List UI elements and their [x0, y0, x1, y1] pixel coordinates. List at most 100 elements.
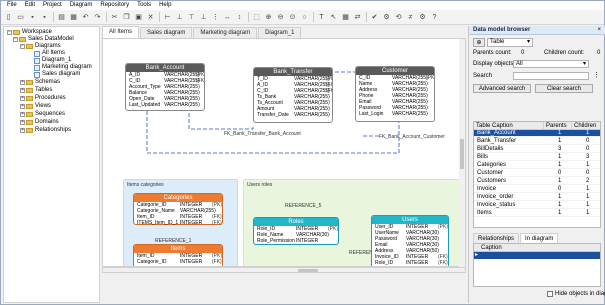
open-folder-icon[interactable]: ▭ [15, 12, 26, 23]
column-header-children[interactable]: Children [572, 122, 600, 130]
table-row[interactable]: Bank_Transfer 1 0 [474, 138, 600, 145]
entity-bank-transfer[interactable]: Bank_Transfer T_IDVARCHAR(255)(PK)A_IDVA… [253, 67, 333, 123]
zoom-out-icon[interactable]: ⊖ [275, 12, 286, 23]
expand-icon[interactable]: + [20, 104, 25, 109]
table-row[interactable] [474, 252, 600, 259]
table-row[interactable]: Customers 1 2 [474, 178, 600, 185]
table-row[interactable]: Invoice_order 1 1 [474, 194, 600, 201]
align-center-icon[interactable]: ⊥ [174, 12, 185, 23]
menu-repository[interactable]: Repository [96, 1, 133, 10]
zoom-in-icon[interactable]: ⊕ [263, 12, 274, 23]
fit-width-icon[interactable]: ↔ [222, 12, 233, 23]
tree-diagrams[interactable]: − Diagrams [20, 43, 61, 50]
tree-workspace[interactable]: − Workspace [7, 29, 52, 36]
paste-icon[interactable]: ▣ [133, 12, 144, 23]
close-icon[interactable]: × [597, 26, 601, 35]
table-row[interactable]: Items 1 1 [474, 210, 600, 217]
expand-icon[interactable]: + [20, 120, 25, 125]
collapse-icon[interactable]: − [13, 37, 18, 42]
table-row[interactable]: Bank_Account 1 1 [474, 130, 600, 137]
zoom-fit-icon[interactable]: ⊙ [287, 12, 298, 23]
distribute-icon[interactable]: ⋮ [210, 12, 221, 23]
tab-relationships[interactable]: Relationships [473, 233, 520, 243]
tab-in-diagram[interactable]: In diagram [520, 233, 559, 243]
tab-all-items[interactable]: All Items [102, 26, 140, 38]
print-icon[interactable]: ▤ [56, 12, 67, 23]
tree-diagram-all-items[interactable]: All Items [34, 50, 65, 57]
tab-diagram-1[interactable]: Diagram_1 [258, 27, 302, 38]
canvas-vertical-scrollbar[interactable] [459, 39, 465, 267]
table-row[interactable]: BillDetails 3 0 [474, 146, 600, 153]
menu-edit[interactable]: Edit [21, 1, 39, 10]
entity-field[interactable]: Transfer_Date VARCHAR(255) [254, 112, 332, 118]
align-bottom-icon[interactable]: ⊥ [198, 12, 209, 23]
menu-help[interactable]: Help [155, 1, 175, 10]
save-all-icon[interactable]: ▪ [39, 12, 50, 23]
align-top-icon[interactable]: ⊤ [186, 12, 197, 23]
column-header-parents[interactable]: Parents [544, 122, 572, 130]
entity-categories[interactable]: Categories Categorie_ID INTEGER (PK) Catego… [133, 193, 223, 226]
diagram-canvas[interactable]: FK_Bank_Transfer_Bank_Account FK_Bank_Ac… [102, 38, 466, 267]
relation-icon[interactable]: ⇄ [352, 12, 363, 23]
align-left-icon[interactable]: ⊢ [162, 12, 173, 23]
collapse-icon[interactable]: − [7, 30, 12, 35]
menu-file[interactable]: File [3, 1, 21, 10]
menu-tools[interactable]: Tools [133, 1, 155, 10]
menu-diagram[interactable]: Diagram [66, 1, 97, 10]
tree-procedures[interactable]: + Procedures [20, 95, 66, 102]
entity-field[interactable]: Last_Login VARCHAR(255) [356, 111, 434, 117]
entity-field[interactable]: Role_ID INTEGER (FK) [372, 260, 448, 266]
entity-users[interactable]: Users User_ID INTEGER (PK) UserName VARCHAR(… [371, 215, 449, 266]
entity-icon[interactable]: ▦ [340, 12, 351, 23]
pointer-icon[interactable]: ↖ [328, 12, 339, 23]
table-row[interactable]: Categories 1 1 [474, 162, 600, 169]
expand-icon[interactable]: + [20, 88, 25, 93]
expand-icon[interactable]: + [20, 128, 25, 133]
undo-icon[interactable]: ↶ [80, 12, 91, 23]
generate-icon[interactable]: ⚙ [381, 12, 392, 23]
display-objects-select[interactable]: All ▾ [513, 60, 589, 68]
tab-marketing-diagram[interactable]: Marketing diagram [193, 27, 258, 38]
menu-project[interactable]: Project [39, 1, 66, 10]
zoom-actual-icon[interactable]: ○ [299, 12, 310, 23]
tree-diagram-sales[interactable]: Sales diagram [34, 71, 80, 78]
add-icon[interactable]: ⊕ [473, 38, 485, 47]
save-icon[interactable]: ▪ [27, 12, 38, 23]
expand-icon[interactable]: + [20, 80, 25, 85]
entity-items[interactable]: Items Item_ID INTEGER (PK) Categorie_ID INTE… [133, 244, 223, 266]
entity-field[interactable]: Categorie_ID INTEGER (FK) [134, 259, 222, 265]
advanced-search-button[interactable]: Advanced search [473, 84, 531, 93]
print-preview-icon[interactable]: ▦ [68, 12, 79, 23]
check-icon[interactable]: ✔ [369, 12, 380, 23]
tree-model[interactable]: − Sales DataModel [13, 36, 74, 43]
tree-views[interactable]: + Views [20, 103, 51, 110]
object-type-select[interactable]: Table ▾ [487, 38, 533, 47]
entity-field[interactable]: ITEMS_Item_ID_1 INTEGER (FK) [134, 220, 222, 226]
scroll-thumb[interactable] [460, 139, 464, 169]
fit-height-icon[interactable]: ↕ [234, 12, 245, 23]
expand-icon[interactable]: + [20, 112, 25, 117]
scroll-thumb[interactable] [298, 269, 318, 272]
delete-icon[interactable]: ✕ [145, 12, 156, 23]
entity-roles[interactable]: Roles Role_ID INTEGER (PK) Role_Name VARCHAR… [253, 217, 339, 245]
entity-bank-account[interactable]: Bank_Account A_IDVARCHAR(255)(PK)C_IDVAR… [125, 63, 205, 111]
compare-icon[interactable]: ≠ [405, 12, 416, 23]
column-header-caption[interactable]: Caption [474, 244, 600, 252]
tree-domains[interactable]: + Domains [20, 119, 59, 126]
cut-icon[interactable]: ✂ [109, 12, 120, 23]
collapse-icon[interactable]: − [20, 44, 25, 49]
expand-icon[interactable]: + [20, 96, 25, 101]
more-options-icon[interactable]: ⋮ [593, 72, 600, 80]
redo-icon[interactable]: ↷ [92, 12, 103, 23]
table-row[interactable]: Customer 0 0 [474, 170, 600, 177]
table-row[interactable]: Bills 1 3 [474, 154, 600, 161]
select-icon[interactable]: ⬚ [251, 12, 262, 23]
settings-icon[interactable]: ⚙ [417, 12, 428, 23]
help-icon[interactable]: ? [429, 12, 440, 23]
new-file-icon[interactable]: ▯ [3, 12, 14, 23]
table-row[interactable]: Invoice_status 1 1 [474, 202, 600, 209]
entity-customer[interactable]: Customer C_IDVARCHAR(255)(PK)NameVARCHAR… [355, 66, 435, 122]
copy-icon[interactable]: ❐ [121, 12, 132, 23]
entity-field[interactable]: Last_Updated VARCHAR(255) [126, 102, 204, 108]
table-row[interactable]: Invoice 0 1 [474, 186, 600, 193]
